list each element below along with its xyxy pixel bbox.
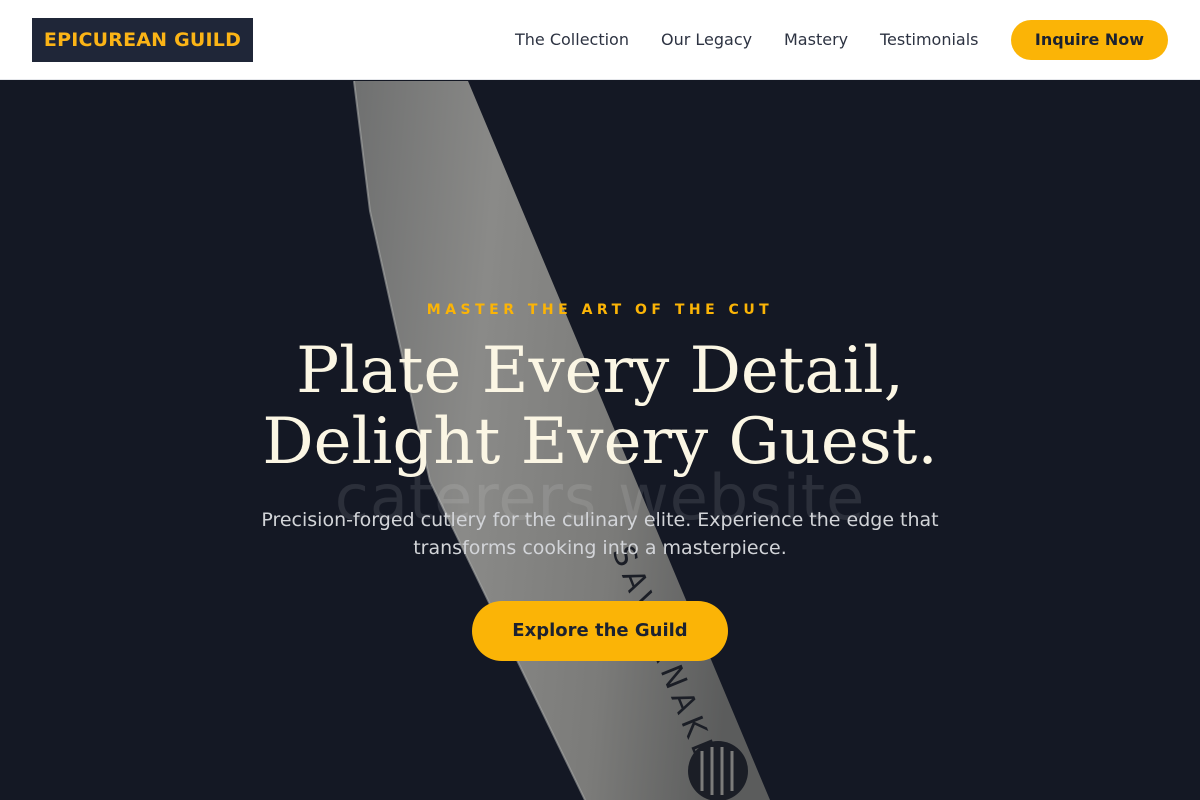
brand-logo[interactable]: EPICUREAN GUILD [32, 18, 253, 62]
hero-headline-line-1: Plate Every Detail, [296, 334, 904, 408]
hero-headline: Plate Every Detail, Delight Every Guest. [0, 336, 1200, 478]
hero-eyebrow: MASTER THE ART OF THE CUT [426, 302, 774, 318]
nav-link-our-legacy[interactable]: Our Legacy [661, 30, 752, 50]
inquire-now-button[interactable]: Inquire Now [1011, 20, 1168, 60]
hero-subtext: Precision-forged cutlery for the culinar… [261, 509, 939, 559]
nav-link-testimonials[interactable]: Testimonials [880, 30, 979, 50]
explore-the-guild-button[interactable]: Explore the Guild [472, 601, 728, 661]
nav-link-the-collection[interactable]: The Collection [515, 30, 629, 50]
hero-headline-line-2: Delight Every Guest. [262, 405, 938, 479]
site-header: EPICUREAN GUILD The Collection Our Legac… [0, 0, 1200, 80]
blade-emblem-icon [688, 741, 748, 800]
nav-link-mastery[interactable]: Mastery [784, 30, 848, 50]
